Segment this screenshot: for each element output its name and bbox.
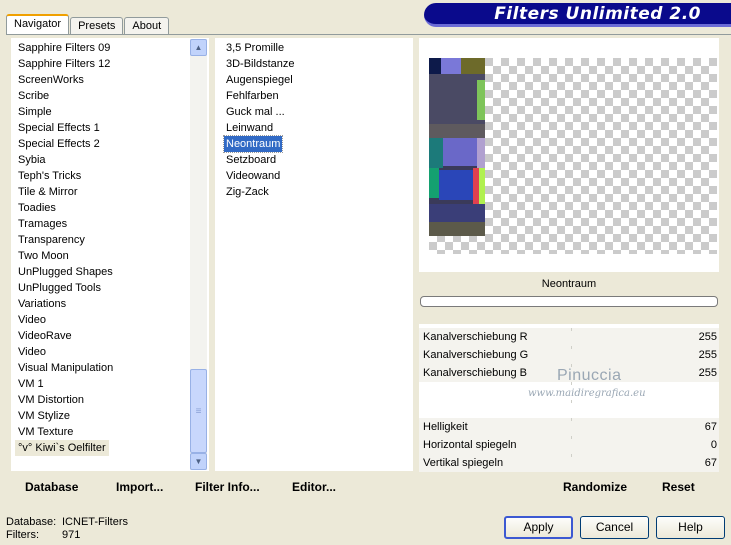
- category-scrollbar[interactable]: ▲ ≡ ▼: [190, 39, 207, 470]
- filter-item[interactable]: Guck mal ...: [226, 104, 285, 120]
- preview-image: [429, 58, 485, 236]
- slider-value: 0: [710, 439, 717, 451]
- chevron-down-icon: ▼: [194, 457, 203, 466]
- category-item[interactable]: Toadies: [18, 200, 56, 216]
- slider-value: 255: [698, 367, 717, 379]
- category-item[interactable]: Transparency: [18, 232, 85, 248]
- category-item[interactable]: Variations: [18, 296, 66, 312]
- slider-row[interactable]: Kanalverschiebung G 255: [419, 346, 719, 364]
- category-item[interactable]: Special Effects 2: [18, 136, 100, 152]
- grip-icon: ≡: [195, 405, 202, 417]
- database-button[interactable]: Database: [25, 480, 78, 494]
- slider-tick: [571, 436, 572, 439]
- slider-row[interactable]: Vertikal spiegeln 67: [419, 454, 719, 472]
- category-item[interactable]: VM Distortion: [18, 392, 84, 408]
- database-label: Database:: [6, 516, 57, 528]
- help-button[interactable]: Help: [656, 516, 725, 539]
- category-item[interactable]: ScreenWorks: [18, 72, 84, 88]
- slider-label: Horizontal spiegeln: [423, 439, 517, 451]
- filter-item[interactable]: Fehlfarben: [226, 88, 279, 104]
- slider-tick: [571, 328, 572, 331]
- slider-value: 255: [698, 331, 717, 343]
- category-item[interactable]: Sybia: [18, 152, 46, 168]
- category-item[interactable]: VM Texture: [18, 424, 73, 440]
- filter-item[interactable]: Neontraum: [222, 135, 284, 153]
- import-button[interactable]: Import...: [116, 480, 163, 494]
- preview-panel: [419, 38, 719, 272]
- selected-filter-name: Neontraum: [541, 278, 597, 290]
- category-list[interactable]: Sapphire Filters 09 Sapphire Filters 12 Sc…: [11, 38, 209, 471]
- category-item[interactable]: Teph's Tricks: [18, 168, 81, 184]
- slider-tick: [571, 346, 572, 349]
- category-item[interactable]: Two Moon: [18, 248, 69, 264]
- editor-button[interactable]: Editor...: [292, 480, 336, 494]
- slider-label: Kanalverschiebung R: [423, 331, 528, 343]
- category-item[interactable]: Scribe: [18, 88, 49, 104]
- slider-label: Kanalverschiebung G: [423, 349, 529, 361]
- category-item[interactable]: Special Effects 1: [18, 120, 100, 136]
- category-item[interactable]: VM 1: [18, 376, 44, 392]
- category-item[interactable]: Tile & Mirror: [18, 184, 77, 200]
- slider-label: Kanalverschiebung B: [423, 367, 527, 379]
- tab-about[interactable]: About: [124, 17, 170, 35]
- slider-row[interactable]: Kanalverschiebung R 255: [419, 328, 719, 346]
- slider-value: 67: [704, 457, 717, 469]
- category-item[interactable]: VideoRave: [18, 328, 72, 344]
- progress-bar: [420, 296, 718, 307]
- randomize-button[interactable]: Randomize: [563, 480, 627, 494]
- category-item[interactable]: Sapphire Filters 12: [18, 56, 110, 72]
- list-toolbar: Database Import... Filter Info... Editor…: [11, 475, 413, 499]
- scroll-up-button[interactable]: ▲: [190, 39, 207, 56]
- reset-button[interactable]: Reset: [662, 480, 695, 494]
- apply-button[interactable]: Apply: [504, 516, 573, 539]
- category-item[interactable]: Sapphire Filters 09: [18, 40, 110, 56]
- tab-presets[interactable]: Presets: [70, 17, 124, 35]
- status-area: Database: ICNET-Filters Filters: 971: [6, 516, 128, 542]
- filter-item[interactable]: Videowand: [226, 168, 280, 184]
- scroll-down-button[interactable]: ▼: [190, 453, 207, 470]
- category-item[interactable]: Visual Manipulation: [18, 360, 113, 376]
- slider-row: [419, 400, 719, 418]
- category-item[interactable]: Video: [18, 344, 46, 360]
- filter-item[interactable]: 3,5 Promille: [226, 40, 284, 56]
- tab-strip: Navigator Presets About: [6, 13, 170, 35]
- category-item[interactable]: UnPlugged Shapes: [18, 264, 113, 280]
- filter-item[interactable]: Setzboard: [226, 152, 276, 168]
- category-item[interactable]: Simple: [18, 104, 52, 120]
- app-title: Filters Unlimited 2.0: [494, 4, 701, 24]
- slider-tick: [571, 418, 572, 421]
- tab-navigator[interactable]: Navigator: [6, 14, 70, 35]
- cancel-button[interactable]: Cancel: [580, 516, 649, 539]
- filters-count-label: Filters:: [6, 529, 39, 541]
- filter-list[interactable]: 3,5 Promille 3D-Bildstanze Augenspiegel Feh…: [215, 38, 413, 471]
- filter-item[interactable]: 3D-Bildstanze: [226, 56, 294, 72]
- category-item[interactable]: °v° Kiwi`s Oelfilter: [15, 440, 109, 456]
- filter-item[interactable]: Zig-Zack: [226, 184, 269, 200]
- slider-value: 255: [698, 349, 717, 361]
- scroll-thumb[interactable]: ≡: [190, 369, 207, 453]
- chevron-up-icon: ▲: [194, 43, 203, 52]
- filters-count-value: 971: [62, 529, 81, 541]
- slider-label: Vertikal spiegeln: [423, 457, 504, 469]
- filter-item[interactable]: Leinwand: [226, 120, 273, 136]
- slider-value: 67: [704, 421, 717, 433]
- category-item[interactable]: UnPlugged Tools: [18, 280, 101, 296]
- watermark-name: Pinuccia: [557, 367, 622, 384]
- slider-row[interactable]: Helligkeit 67: [419, 418, 719, 436]
- slider-label: Helligkeit: [423, 421, 468, 433]
- preview-toolbar: Randomize Reset: [419, 475, 719, 499]
- slider-tick: [571, 400, 572, 403]
- slider-tick: [571, 454, 572, 457]
- category-item[interactable]: VM Stylize: [18, 408, 70, 424]
- database-value: ICNET-Filters: [62, 516, 128, 528]
- category-item[interactable]: Video: [18, 312, 46, 328]
- filter-info-button[interactable]: Filter Info...: [195, 480, 260, 494]
- category-item[interactable]: Tramages: [18, 216, 67, 232]
- title-banner: Filters Unlimited 2.0: [424, 3, 731, 27]
- watermark-site: www.maidiregrafica.eu: [528, 388, 646, 399]
- filter-item[interactable]: Augenspiegel: [226, 72, 293, 88]
- slider-row[interactable]: Horizontal spiegeln 0: [419, 436, 719, 454]
